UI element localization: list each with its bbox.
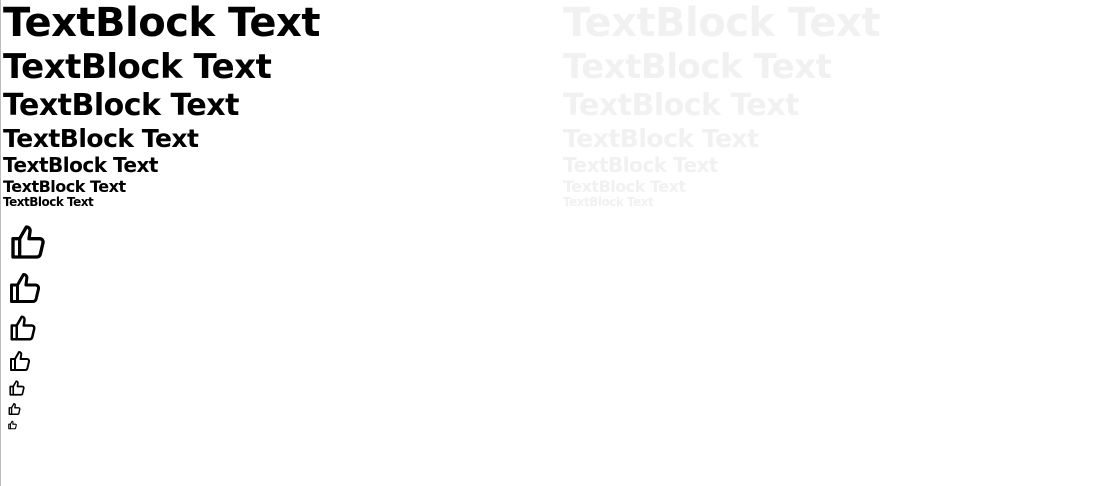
thumbs-up-icon — [6, 402, 50, 416]
text-block-size-7: TextBlock Text — [3, 195, 94, 209]
thumbs-up-icon — [6, 420, 50, 430]
text-block-size-6: TextBlock Text — [3, 177, 126, 196]
window-left-border — [0, 0, 1, 486]
thumbs-up-icon — [6, 379, 50, 397]
text-block-disabled-size-7: TextBlock Text — [563, 195, 654, 209]
text-block-size-5: TextBlock Text — [3, 153, 158, 177]
text-block-disabled-size-4: TextBlock Text — [563, 124, 759, 153]
thumbs-up-icon — [6, 270, 50, 306]
thumbs-up-icon — [6, 349, 50, 373]
thumbs-up-icon — [6, 313, 50, 343]
text-block-size-2: TextBlock Text — [3, 47, 272, 87]
icon-column — [6, 222, 50, 430]
text-block-column-disabled: TextBlock Text TextBlock Text TextBlock … — [563, 0, 880, 210]
thumbs-up-icon — [6, 222, 50, 262]
text-block-size-4: TextBlock Text — [3, 124, 199, 153]
text-block-disabled-size-6: TextBlock Text — [563, 177, 686, 196]
text-block-disabled-size-1: TextBlock Text — [563, 0, 880, 46]
text-block-disabled-size-3: TextBlock Text — [563, 88, 799, 123]
text-block-size-1: TextBlock Text — [3, 0, 320, 46]
text-block-disabled-size-5: TextBlock Text — [563, 153, 718, 177]
text-block-column-enabled: TextBlock Text TextBlock Text TextBlock … — [3, 0, 320, 210]
text-block-disabled-size-2: TextBlock Text — [563, 47, 832, 87]
text-block-size-3: TextBlock Text — [3, 88, 239, 123]
